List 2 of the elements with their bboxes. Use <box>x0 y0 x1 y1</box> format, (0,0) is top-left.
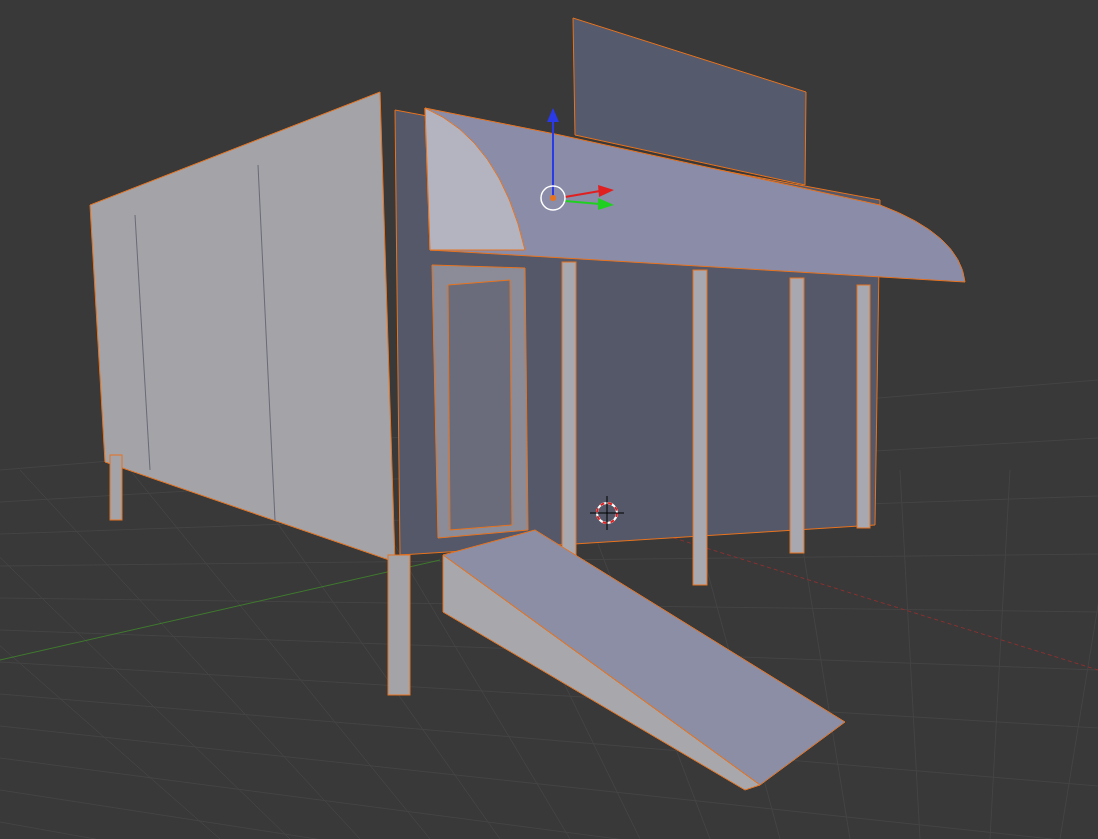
transform-gizmo-icon[interactable] <box>540 108 614 211</box>
3d-cursor-icon <box>589 495 625 531</box>
